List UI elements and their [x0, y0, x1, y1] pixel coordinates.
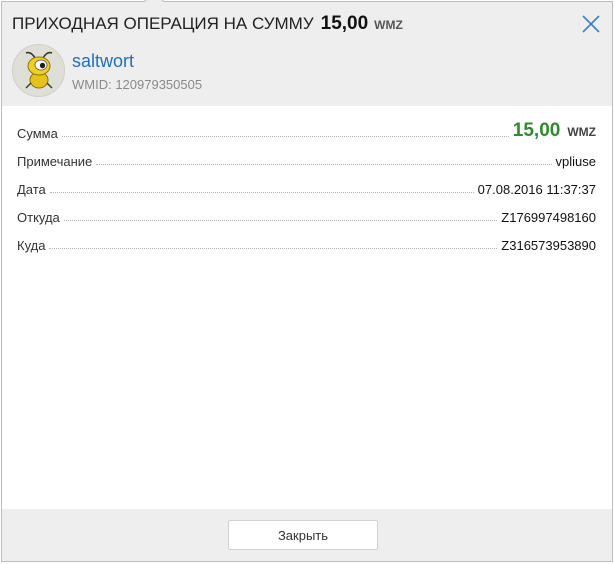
date-value: 07.08.2016 11:37:37 [477, 182, 596, 197]
to-purse: Z316573953890 [501, 238, 596, 253]
avatar[interactable] [12, 44, 65, 97]
dialog-header: ПРИХОДНАЯ ОПЕРАЦИЯ НА СУММУ 15,00 WMZ sa… [2, 0, 612, 106]
amount-value: 15,00 WMZ [513, 120, 596, 142]
amount-currency: WMZ [567, 125, 596, 139]
leader-dots [49, 248, 498, 249]
dialog-pointer [144, 0, 164, 11]
dialog-footer: Закрыть [2, 509, 612, 561]
detail-row-note: Примечание vpliuse [17, 142, 596, 170]
to-label: Куда [17, 238, 46, 253]
user-wmid: WMID: 120979350505 [72, 77, 203, 92]
close-button[interactable]: Закрыть [228, 520, 378, 550]
amount-number: 15,00 [512, 120, 561, 141]
detail-row-amount: Сумма 15,00 WMZ [17, 118, 596, 142]
detail-row-from: Откуда Z176997498160 [17, 198, 596, 226]
user-name-link[interactable]: saltwort [72, 51, 134, 72]
close-icon[interactable] [580, 13, 602, 35]
date-label: Дата [17, 182, 46, 197]
from-purse: Z176997498160 [501, 210, 596, 225]
title-text: ПРИХОДНАЯ ОПЕРАЦИЯ НА СУММУ [12, 14, 314, 33]
detail-row-date: Дата 07.08.2016 11:37:37 [17, 170, 596, 198]
note-value: vpliuse [555, 154, 596, 169]
webmoney-bug-icon [13, 45, 64, 96]
leader-dots [61, 136, 509, 137]
amount-label: Сумма [17, 126, 58, 141]
dialog-title: ПРИХОДНАЯ ОПЕРАЦИЯ НА СУММУ 15,00 WMZ [12, 13, 403, 39]
note-label: Примечание [17, 154, 93, 169]
title-currency: WMZ [374, 18, 403, 32]
transaction-dialog: ПРИХОДНАЯ ОПЕРАЦИЯ НА СУММУ 15,00 WMZ sa… [1, 0, 613, 562]
leader-dots [96, 164, 552, 165]
transaction-details: Сумма 15,00 WMZ Примечание vpliuse Дата … [17, 118, 596, 254]
detail-row-to: Куда Z316573953890 [17, 226, 596, 254]
title-amount: 15,00 [320, 13, 369, 34]
leader-dots [49, 192, 474, 193]
leader-dots [63, 220, 498, 221]
from-label: Откуда [17, 210, 60, 225]
